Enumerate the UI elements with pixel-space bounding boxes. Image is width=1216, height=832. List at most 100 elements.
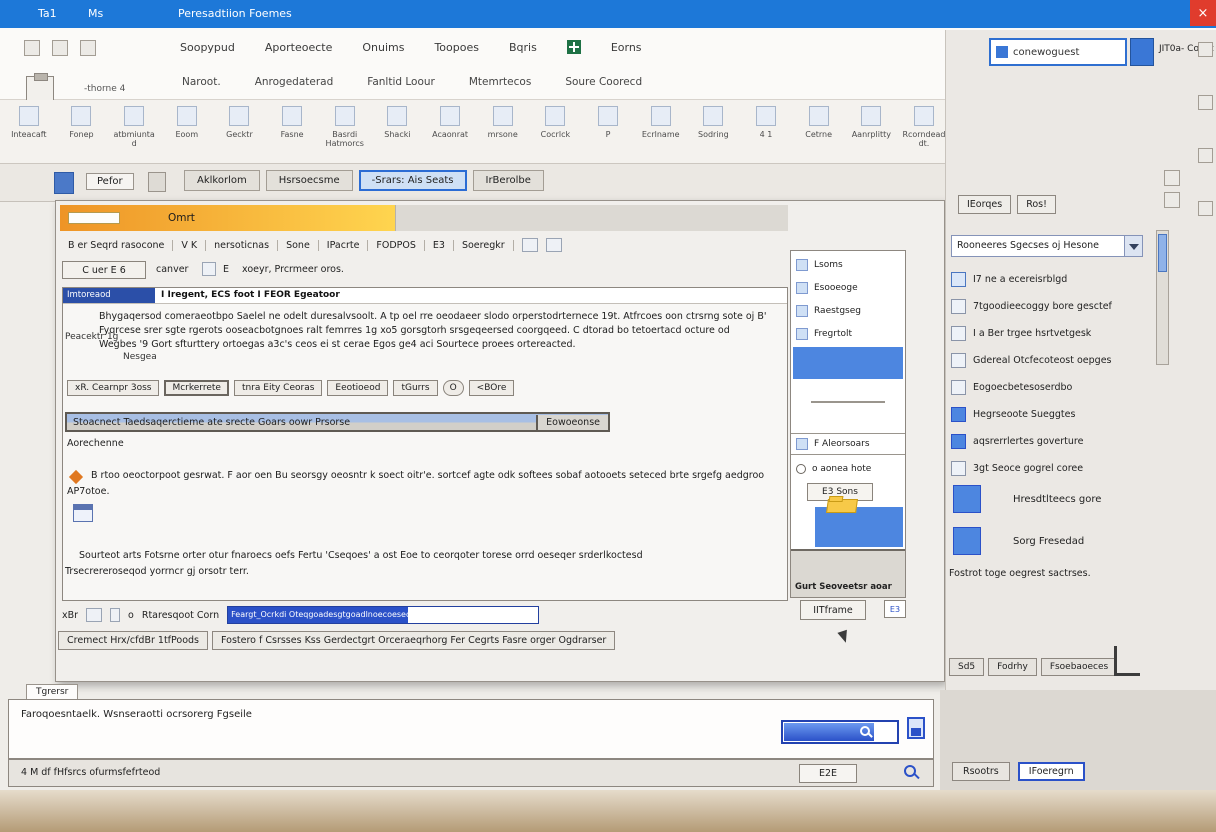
- footer-icon-1[interactable]: [86, 608, 102, 622]
- dropdown-arrow-icon[interactable]: [1124, 236, 1142, 256]
- dialog-toolbar-item[interactable]: Sone: [278, 240, 319, 251]
- panel-button[interactable]: tnra Eity Ceoras: [234, 380, 322, 396]
- scrollbar-thumb[interactable]: [1158, 234, 1167, 272]
- titlebar-menu-a[interactable]: Ta1: [38, 7, 57, 20]
- panel-bottom-tab[interactable]: Fsoebaoeces: [1041, 658, 1117, 676]
- selected-row[interactable]: Stoacnect Taedsaqerctieme ate srecte Goa…: [65, 412, 610, 432]
- view-tab[interactable]: Hsrsoecsme: [266, 170, 353, 191]
- menu-item[interactable]: Soopypud: [180, 41, 235, 54]
- ribbon-button[interactable]: Ecrlname: [638, 106, 684, 139]
- new-document-icon[interactable]: [80, 40, 96, 56]
- bottom-right-button[interactable]: IFoeregrn: [1018, 762, 1085, 781]
- task-pane-item[interactable]: Lsoms: [791, 253, 905, 276]
- dialog-toolbar-item[interactable]: IPacrte: [319, 240, 369, 251]
- e2e-button[interactable]: E2E: [799, 764, 857, 783]
- view-tab[interactable]: -Srars: Ais Seats: [359, 170, 467, 191]
- task-pane-item[interactable]: Esooeoge: [791, 276, 905, 299]
- ribbon-button[interactable]: Rcorndeaddt.: [901, 106, 947, 148]
- rail-icon-1[interactable]: [1198, 42, 1213, 57]
- ribbon-button[interactable]: Cetrne: [796, 106, 842, 139]
- result-item[interactable]: I a Ber trgee hsrtvetgesk: [951, 320, 1153, 346]
- dialog-toolbar-item[interactable]: FODPOS: [368, 240, 425, 251]
- category-dropdown[interactable]: Rooneeres Sgecses oj Hesone: [951, 235, 1143, 257]
- ribbon-button[interactable]: mrsone: [480, 106, 526, 139]
- result-item[interactable]: I7 ne a ecereisrblgd: [951, 266, 1153, 292]
- ribbon-button[interactable]: Basrdi Hatmorcs: [322, 106, 368, 148]
- ribbon-button[interactable]: 4 1: [743, 106, 789, 139]
- ribbon-button[interactable]: Eoom: [164, 106, 210, 139]
- bottom-right-button[interactable]: Rsootrs: [952, 762, 1010, 781]
- menu-item[interactable]: Mtemrtecos: [469, 76, 531, 88]
- document-icon[interactable]: [54, 172, 74, 194]
- titlebar-menu-b[interactable]: Ms: [88, 7, 103, 20]
- e3-small-button[interactable]: E3: [884, 600, 906, 618]
- selected-row-button[interactable]: Eowoeonse: [536, 415, 608, 430]
- menu-item[interactable]: Aporteoecte: [265, 41, 332, 54]
- ribbon-button[interactable]: Sodring: [691, 106, 737, 139]
- zoom-icon[interactable]: [904, 765, 916, 777]
- dialog-toolbar-item[interactable]: nersoticnas: [206, 240, 278, 251]
- panel-button[interactable]: Eeotioeod: [327, 380, 388, 396]
- menu-item[interactable]: Onuims: [362, 41, 404, 54]
- panel-button[interactable]: tGurrs: [393, 380, 437, 396]
- menu-item[interactable]: Naroot.: [182, 76, 221, 88]
- menu-item[interactable]: Bqris: [509, 41, 537, 54]
- dialog-toolbar-item[interactable]: V K: [173, 240, 206, 251]
- view-tab[interactable]: Aklkorlom: [184, 170, 260, 191]
- bottom-window-tab[interactable]: Tgrersr: [26, 684, 78, 699]
- panel-bottom-tab[interactable]: Sd5: [949, 658, 984, 676]
- task-pane-selection-1[interactable]: [793, 347, 903, 379]
- toolbar-extra-icon[interactable]: [546, 238, 562, 252]
- panel-bottom-tab[interactable]: Fodrhy: [988, 658, 1037, 676]
- search-box[interactable]: conewoguest: [989, 38, 1127, 66]
- task-pane-selection-2[interactable]: [815, 507, 903, 547]
- view-tab[interactable]: IrBerolbe: [473, 170, 544, 191]
- promoted-item[interactable]: Hresdtlteecs gore: [953, 485, 1183, 513]
- task-pane-item[interactable]: Raestgseg: [791, 299, 905, 322]
- result-item[interactable]: 3gt Seoce gogrel coree: [951, 455, 1153, 481]
- task-pane-group-row-1[interactable]: F Aleorsoars: [791, 433, 905, 455]
- panel-button[interactable]: Ros!: [1017, 195, 1056, 214]
- panel-button[interactable]: Mcrkerrete: [164, 380, 229, 396]
- close-button[interactable]: ×: [1190, 0, 1216, 26]
- maximize-icon[interactable]: [1164, 170, 1180, 186]
- cuer-button[interactable]: C uer E 6: [62, 261, 146, 279]
- pefor-button[interactable]: Pefor: [86, 173, 134, 190]
- result-item[interactable]: Gdereal Otcfecoteost oepges: [951, 347, 1153, 373]
- window-preview-icon[interactable]: [73, 504, 93, 522]
- undo-icon[interactable]: [24, 40, 40, 56]
- panel-button[interactable]: <BOre: [469, 380, 515, 396]
- task-pane-item[interactable]: Fregrtolt: [791, 322, 905, 345]
- ribbon-button[interactable]: Fasne: [269, 106, 315, 139]
- search-go-button[interactable]: [1130, 38, 1154, 66]
- save-icon[interactable]: [907, 717, 925, 739]
- result-item[interactable]: Eogoecbetesoserdbo: [951, 374, 1153, 400]
- task-pane-group-row-2[interactable]: o aonea hote: [791, 459, 905, 479]
- dialog-bottom-tab[interactable]: Fostero f Csrsses Kss Gerdectgrt Orcerae…: [212, 631, 615, 650]
- menu-item[interactable]: Anrogedaterad: [255, 76, 334, 88]
- ribbon-button[interactable]: Acaonrat: [427, 106, 473, 139]
- panel-scrollbar[interactable]: [1156, 230, 1169, 365]
- ribbon-button[interactable]: Shacki: [375, 106, 421, 139]
- rail-icon-3[interactable]: [1198, 148, 1213, 163]
- rail-icon-2[interactable]: [1198, 95, 1213, 110]
- dialog-toolbar-item[interactable]: Soeregkr: [454, 240, 514, 251]
- toolbar-extra-icon[interactable]: [522, 238, 538, 252]
- result-item[interactable]: aqsrerrlertes goverture: [951, 428, 1153, 454]
- result-item[interactable]: Hegrseoote Sueggtes: [951, 401, 1153, 427]
- ribbon-button[interactable]: P: [585, 106, 631, 139]
- menu-item[interactable]: Soure Coorecd: [565, 76, 642, 88]
- dialog-toolbar-item[interactable]: E3: [425, 240, 454, 251]
- footer-progress-field[interactable]: Feargt_Ocrkdi Oteqgoadesgtgoadlnoecoeseo…: [227, 606, 539, 624]
- iitframe-button[interactable]: IITframe: [800, 600, 866, 620]
- folder-icon[interactable]: [826, 499, 858, 513]
- panel-button[interactable]: IEorqes: [958, 195, 1011, 214]
- rail-icon-4[interactable]: [1198, 201, 1213, 216]
- result-item[interactable]: 7tgoodieecoggy bore gesctef: [951, 293, 1153, 319]
- footer-icon-2[interactable]: [110, 608, 120, 622]
- redo-icon[interactable]: [52, 40, 68, 56]
- panel-button[interactable]: xR. Cearnpr 3oss: [67, 380, 159, 396]
- ribbon-button[interactable]: Aanrplitty: [849, 106, 895, 139]
- promoted-item[interactable]: Sorg Fresedad: [953, 527, 1183, 555]
- dialog-bottom-tab[interactable]: Cremect Hrx/cfdBr 1tfPoods: [58, 631, 208, 650]
